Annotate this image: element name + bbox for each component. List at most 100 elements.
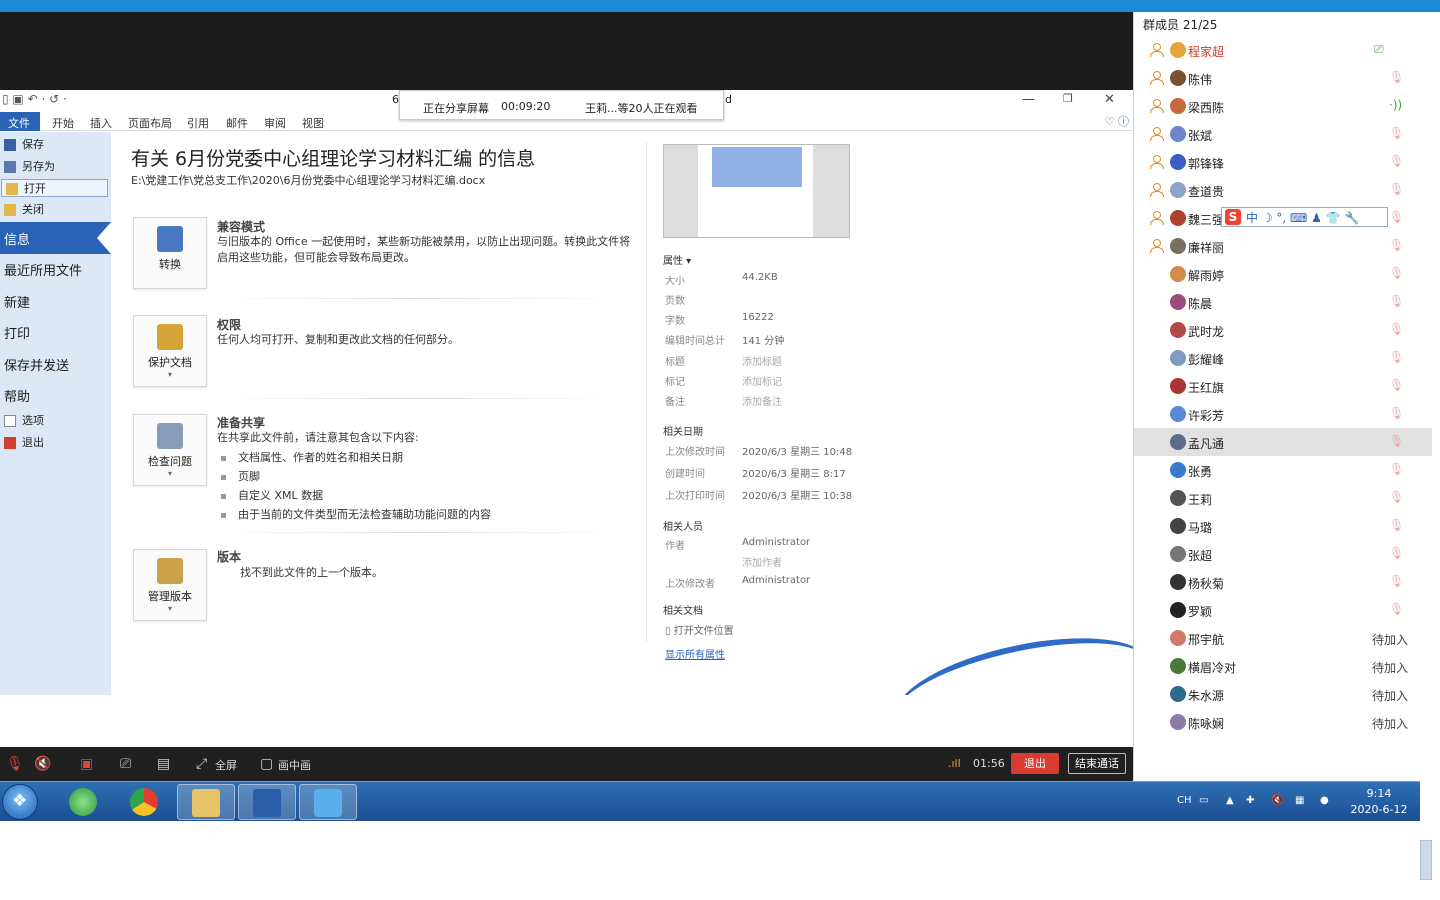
mic-muted-icon: 🎙 bbox=[1389, 238, 1405, 252]
bs-save-send[interactable]: 保存并发送 bbox=[4, 355, 69, 374]
bs-print[interactable]: 打印 bbox=[4, 323, 30, 342]
close-icon[interactable]: ✕ bbox=[1104, 92, 1115, 107]
camera-off-icon[interactable]: ▣ bbox=[80, 756, 93, 772]
member-row[interactable]: 朱水源 待加入 bbox=[1134, 680, 1432, 708]
volume-muted-icon[interactable]: 🔇 bbox=[1271, 795, 1283, 806]
bs-recent[interactable]: 最近所用文件 bbox=[4, 260, 82, 279]
ime-toolbar[interactable]: S 中 ☽ °, ⌨ ♟ 👕 🔧 bbox=[1221, 207, 1388, 227]
tab-home[interactable]: 开始 bbox=[52, 115, 74, 131]
tab-view[interactable]: 视图 bbox=[302, 115, 324, 131]
restore-icon[interactable]: ❐ bbox=[1063, 92, 1073, 105]
bs-open[interactable]: 打开 bbox=[1, 179, 108, 197]
start-button[interactable]: ❖ bbox=[2, 784, 38, 820]
screen-share-icon[interactable]: ⎚ bbox=[120, 756, 131, 772]
show-hidden-icons[interactable]: ▲ bbox=[1226, 795, 1234, 806]
member-row[interactable]: 陈晨 🎙 bbox=[1134, 288, 1432, 316]
permissions-text: 任何人均可打开、复制和更改此文档的任何部分。 bbox=[217, 333, 459, 346]
avatar bbox=[1170, 42, 1186, 58]
member-row[interactable]: 解雨婷 🎙 bbox=[1134, 260, 1432, 288]
speaker-off-icon[interactable]: 🔇 bbox=[34, 756, 51, 772]
member-row[interactable]: 彭耀峰 🎙 bbox=[1134, 344, 1432, 372]
present-icon[interactable]: ▤ bbox=[157, 756, 170, 772]
member-row[interactable]: 张斌 🎙 bbox=[1134, 120, 1432, 148]
member-row[interactable]: 廉祥丽 🎙 bbox=[1134, 232, 1432, 260]
add-comment-field[interactable]: 添加备注 bbox=[742, 393, 782, 408]
network-icon[interactable]: ▦ bbox=[1295, 795, 1304, 806]
bs-info[interactable]: 信息 bbox=[0, 222, 111, 254]
manage-versions-button[interactable]: 管理版本 ▾ bbox=[133, 549, 207, 621]
qq-tray-icon[interactable]: ● bbox=[1320, 795, 1329, 806]
fullscreen-icon[interactable]: ⤢ bbox=[196, 756, 207, 772]
mic-off-icon[interactable]: 🎙 bbox=[6, 756, 24, 772]
pip-icon[interactable]: ▢ bbox=[260, 756, 273, 772]
bs-options[interactable]: 选项 bbox=[0, 412, 111, 430]
convert-button[interactable]: 转换 bbox=[133, 217, 207, 289]
member-row[interactable]: 张超 🎙 bbox=[1134, 540, 1432, 568]
open-location-link[interactable]: ▯ 打开文件位置 bbox=[665, 622, 734, 637]
member-name: 邢宇航 bbox=[1188, 633, 1225, 647]
document-thumbnail[interactable] bbox=[663, 144, 850, 238]
taskbar-app-explorer[interactable] bbox=[177, 784, 235, 820]
help-icon[interactable]: ♡ ⓘ bbox=[1105, 113, 1129, 129]
show-all-properties-link[interactable]: 显示所有属性 bbox=[665, 646, 725, 661]
tab-insert[interactable]: 插入 bbox=[90, 115, 112, 131]
bs-close[interactable]: 关闭 bbox=[0, 201, 111, 219]
add-tag-field[interactable]: 添加标记 bbox=[742, 373, 782, 388]
bs-help[interactable]: 帮助 bbox=[4, 386, 30, 405]
member-row[interactable]: 程家超 ⎚ bbox=[1134, 36, 1432, 64]
taskbar-app-word[interactable] bbox=[238, 784, 296, 820]
prop-value: 2020/6/3 星期三 8:17 bbox=[742, 469, 846, 480]
taskbar-app-qq-call[interactable] bbox=[299, 784, 357, 820]
member-row[interactable]: 罗颖 🎙 bbox=[1134, 596, 1432, 624]
protect-button[interactable]: 保护文档 ▾ bbox=[133, 315, 207, 387]
member-row[interactable]: 梁西陈 ·)) bbox=[1134, 92, 1432, 120]
member-row[interactable]: 王红旗 🎙 bbox=[1134, 372, 1432, 400]
tab-review[interactable]: 审阅 bbox=[264, 115, 286, 131]
mic-muted-icon: 🎙 bbox=[1389, 70, 1405, 84]
tab-file[interactable]: 文件 bbox=[0, 112, 40, 131]
minimize-icon[interactable]: — bbox=[1022, 92, 1035, 107]
end-call-button[interactable]: 结束通话 bbox=[1068, 753, 1126, 774]
save-icon bbox=[4, 139, 16, 151]
member-row[interactable]: 武时龙 🎙 bbox=[1134, 316, 1432, 344]
bs-save[interactable]: 保存 bbox=[0, 136, 111, 154]
member-row[interactable]: 许彩芳 🎙 bbox=[1134, 400, 1432, 428]
input-language[interactable]: CH bbox=[1177, 795, 1192, 806]
bs-new[interactable]: 新建 bbox=[4, 292, 30, 311]
member-row[interactable]: 张勇 🎙 bbox=[1134, 456, 1432, 484]
taskbar-app-chrome[interactable] bbox=[115, 784, 173, 820]
mic-muted-icon: 🎙 bbox=[1389, 294, 1405, 308]
info-title: 有关 6月份党委中心组理论学习材料汇编 的信息 bbox=[131, 148, 536, 170]
bs-exit[interactable]: 退出 bbox=[0, 434, 111, 452]
quick-access-toolbar[interactable]: ▯ ▣ ↶ · ↺ · bbox=[2, 92, 67, 106]
member-row[interactable]: 马璐 🎙 bbox=[1134, 512, 1432, 540]
exit-button[interactable]: 退出 bbox=[1011, 753, 1059, 774]
keyboard-icon[interactable]: ▭ bbox=[1199, 795, 1208, 806]
member-row[interactable]: 孟凡通 🎙 bbox=[1134, 428, 1432, 456]
tab-page-layout[interactable]: 页面布局 bbox=[128, 115, 172, 131]
member-row[interactable]: 杨秋菊 🎙 bbox=[1134, 568, 1432, 596]
member-row[interactable]: 横眉冷对 待加入 bbox=[1134, 652, 1432, 680]
ime-mode[interactable]: 中 ☽ °, ⌨ ♟ 👕 🔧 bbox=[1246, 209, 1359, 226]
tab-references[interactable]: 引用 bbox=[187, 115, 209, 131]
system-clock[interactable]: 9:14 2020-6-12 bbox=[1340, 786, 1418, 818]
prop-label: 标记 bbox=[665, 377, 685, 388]
check-issues-button[interactable]: 检查问题 ▾ bbox=[133, 414, 207, 486]
member-row[interactable]: 陈伟 🎙 bbox=[1134, 64, 1432, 92]
tray-app-icon[interactable]: ✚ bbox=[1246, 795, 1254, 806]
member-row[interactable]: 王莉 🎙 bbox=[1134, 484, 1432, 512]
properties-header[interactable]: 属性 ▾ bbox=[663, 252, 691, 267]
add-author-field[interactable]: 添加作者 bbox=[742, 554, 782, 569]
member-row[interactable]: 查道贵 🎙 bbox=[1134, 176, 1432, 204]
member-row[interactable]: 邢宇航 待加入 bbox=[1134, 624, 1432, 652]
tab-mailings[interactable]: 邮件 bbox=[226, 115, 248, 131]
member-name: 廉祥丽 bbox=[1188, 241, 1225, 255]
taskbar-app-ie[interactable] bbox=[54, 784, 112, 820]
member-row[interactable]: 郭锋锋 🎙 bbox=[1134, 148, 1432, 176]
member-row[interactable]: 陈咏娴 待加入 bbox=[1134, 708, 1432, 736]
pip-label[interactable]: 画中画 bbox=[278, 757, 311, 773]
scrollbar-thumb[interactable] bbox=[1420, 840, 1432, 880]
bs-save-as[interactable]: 另存为 bbox=[0, 158, 111, 176]
fullscreen-label[interactable]: 全屏 bbox=[215, 757, 237, 773]
add-title-field[interactable]: 添加标题 bbox=[742, 353, 782, 368]
